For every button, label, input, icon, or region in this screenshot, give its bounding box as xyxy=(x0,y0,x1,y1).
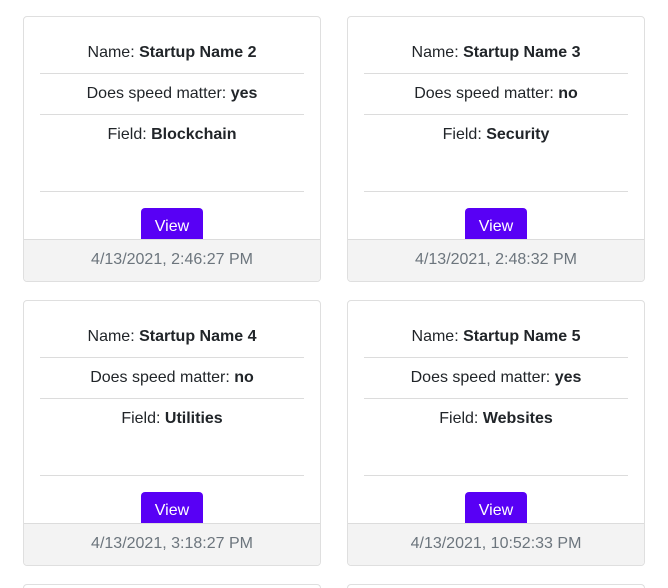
card-body: Name: Startup Name 2 Does speed matter: … xyxy=(40,33,304,246)
field-row: Field: Websites xyxy=(364,399,628,439)
field-value: Blockchain xyxy=(151,126,237,143)
speed-value: yes xyxy=(230,85,258,102)
speed-row: Does speed matter: no xyxy=(364,74,628,115)
speed-row: Does speed matter: yes xyxy=(40,74,304,115)
speed-value: no xyxy=(558,85,578,102)
startup-card-partial xyxy=(23,584,321,588)
field-row: Field: Blockchain xyxy=(40,115,304,155)
name-value: Startup Name 2 xyxy=(139,44,257,61)
speed-label: Does speed matter: xyxy=(414,85,559,102)
field-label: Field: xyxy=(442,126,487,143)
startup-card: Name: Startup Name 5 Does speed matter: … xyxy=(347,300,645,566)
name-label: Name: xyxy=(87,328,140,345)
field-value: Security xyxy=(486,126,550,143)
card-body: Name: Startup Name 5 Does speed matter: … xyxy=(364,317,628,530)
field-value: Utilities xyxy=(164,410,223,427)
card-body: Name: Startup Name 4 Does speed matter: … xyxy=(40,317,304,530)
startup-card: Name: Startup Name 3 Does speed matter: … xyxy=(347,16,645,282)
startup-card-partial xyxy=(347,584,645,588)
field-label: Field: xyxy=(121,410,165,427)
divider xyxy=(40,439,304,476)
divider xyxy=(40,155,304,192)
card-body: Name: Startup Name 3 Does speed matter: … xyxy=(364,33,628,246)
name-label: Name: xyxy=(411,44,464,61)
startup-card-grid: Name: Startup Name 2 Does speed matter: … xyxy=(0,0,668,588)
startup-card: Name: Startup Name 2 Does speed matter: … xyxy=(23,16,321,282)
card-footer-timestamp: 4/13/2021, 2:46:27 PM xyxy=(24,239,320,281)
name-value: Startup Name 4 xyxy=(139,328,257,345)
field-label: Field: xyxy=(107,126,152,143)
name-value: Startup Name 5 xyxy=(463,328,581,345)
startup-card: Name: Startup Name 4 Does speed matter: … xyxy=(23,300,321,566)
field-value: Websites xyxy=(482,410,553,427)
speed-label: Does speed matter: xyxy=(410,369,555,386)
field-row: Field: Utilities xyxy=(40,399,304,439)
divider xyxy=(364,439,628,476)
name-label: Name: xyxy=(411,328,464,345)
speed-row: Does speed matter: no xyxy=(40,358,304,399)
name-value: Startup Name 3 xyxy=(463,44,581,61)
field-row: Field: Security xyxy=(364,115,628,155)
speed-label: Does speed matter: xyxy=(90,369,235,386)
speed-value: yes xyxy=(554,369,582,386)
name-row: Name: Startup Name 2 xyxy=(40,33,304,74)
name-row: Name: Startup Name 5 xyxy=(364,317,628,358)
speed-label: Does speed matter: xyxy=(86,85,231,102)
speed-value: no xyxy=(234,369,254,386)
field-label: Field: xyxy=(439,410,483,427)
name-row: Name: Startup Name 3 xyxy=(364,33,628,74)
card-footer-timestamp: 4/13/2021, 3:18:27 PM xyxy=(24,523,320,565)
card-footer-timestamp: 4/13/2021, 2:48:32 PM xyxy=(348,239,644,281)
speed-row: Does speed matter: yes xyxy=(364,358,628,399)
card-footer-timestamp: 4/13/2021, 10:52:33 PM xyxy=(348,523,644,565)
name-label: Name: xyxy=(87,44,140,61)
divider xyxy=(364,155,628,192)
name-row: Name: Startup Name 4 xyxy=(40,317,304,358)
